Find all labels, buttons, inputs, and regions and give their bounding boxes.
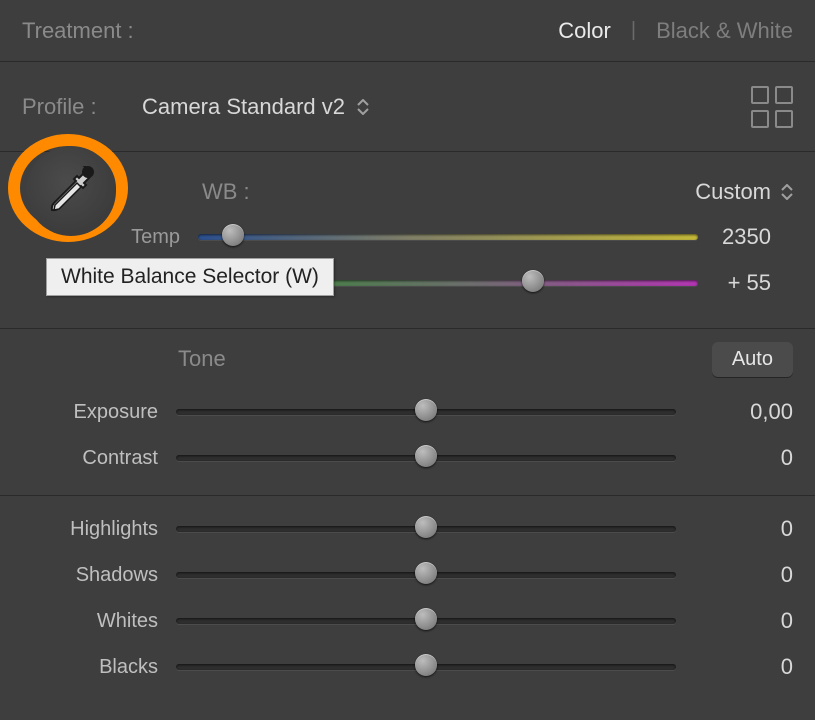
blacks-slider[interactable] bbox=[176, 656, 676, 678]
highlights-label: Highlights bbox=[0, 518, 176, 541]
shadows-label: Shadows bbox=[0, 564, 176, 587]
wb-eyedropper-tooltip: White Balance Selector (W) bbox=[46, 258, 334, 296]
shadows-value[interactable]: 0 bbox=[676, 562, 793, 588]
highlights-value[interactable]: 0 bbox=[676, 516, 793, 542]
wb-preset-text: Custom bbox=[695, 179, 771, 205]
treatment-option-color[interactable]: Color bbox=[558, 18, 611, 44]
tint-thumb[interactable] bbox=[522, 270, 544, 292]
tone-section: Tone Auto Exposure 0,00 Contrast 0 bbox=[0, 329, 815, 496]
temp-slider[interactable] bbox=[198, 226, 698, 248]
tint-value[interactable]: + 55 bbox=[698, 270, 771, 296]
wb-section: WB : Custom White Balance Selector (W) T… bbox=[0, 152, 815, 329]
temp-value[interactable]: 2350 bbox=[698, 224, 771, 250]
shadows-slider[interactable] bbox=[176, 564, 676, 586]
updown-icon bbox=[781, 184, 793, 200]
temp-thumb[interactable] bbox=[222, 224, 244, 246]
treatment-divider: | bbox=[631, 19, 636, 42]
contrast-label: Contrast bbox=[0, 447, 176, 470]
whites-value[interactable]: 0 bbox=[676, 608, 793, 634]
detail-section: Highlights 0 Shadows 0 Whites 0 Blacks bbox=[0, 496, 815, 710]
profile-value-text: Camera Standard v2 bbox=[142, 94, 345, 120]
wb-label: WB : bbox=[202, 179, 250, 205]
shadows-thumb[interactable] bbox=[415, 562, 437, 584]
tone-title: Tone bbox=[178, 346, 226, 372]
profile-dropdown[interactable]: Camera Standard v2 bbox=[142, 94, 369, 120]
treatment-row: Treatment : Color | Black & White bbox=[0, 0, 815, 62]
exposure-slider[interactable] bbox=[176, 401, 676, 423]
whites-label: Whites bbox=[0, 610, 176, 633]
exposure-value[interactable]: 0,00 bbox=[676, 399, 793, 425]
updown-icon bbox=[357, 99, 369, 115]
blacks-label: Blacks bbox=[0, 656, 176, 679]
white-balance-eyedropper-button[interactable] bbox=[26, 146, 116, 236]
highlights-thumb[interactable] bbox=[415, 516, 437, 538]
whites-slider[interactable] bbox=[176, 610, 676, 632]
highlights-slider[interactable] bbox=[176, 518, 676, 540]
eyedropper-icon bbox=[43, 161, 99, 222]
blacks-thumb[interactable] bbox=[415, 654, 437, 676]
contrast-thumb[interactable] bbox=[415, 445, 437, 467]
treatment-option-bw[interactable]: Black & White bbox=[656, 18, 793, 44]
blacks-slider-row: Blacks 0 bbox=[0, 644, 815, 690]
treatment-label: Treatment : bbox=[22, 18, 134, 44]
exposure-label: Exposure bbox=[0, 401, 176, 424]
contrast-slider[interactable] bbox=[176, 447, 676, 469]
whites-slider-row: Whites 0 bbox=[0, 598, 815, 644]
tone-auto-button[interactable]: Auto bbox=[712, 342, 793, 377]
exposure-slider-row: Exposure 0,00 bbox=[0, 389, 815, 435]
whites-thumb[interactable] bbox=[415, 608, 437, 630]
highlights-slider-row: Highlights 0 bbox=[0, 506, 815, 552]
exposure-thumb[interactable] bbox=[415, 399, 437, 421]
shadows-slider-row: Shadows 0 bbox=[0, 552, 815, 598]
contrast-value[interactable]: 0 bbox=[676, 445, 793, 471]
blacks-value[interactable]: 0 bbox=[676, 654, 793, 680]
profile-browser-icon[interactable] bbox=[751, 86, 793, 128]
contrast-slider-row: Contrast 0 bbox=[0, 435, 815, 481]
wb-preset-dropdown[interactable]: Custom bbox=[695, 179, 793, 205]
profile-label: Profile : bbox=[22, 94, 142, 120]
